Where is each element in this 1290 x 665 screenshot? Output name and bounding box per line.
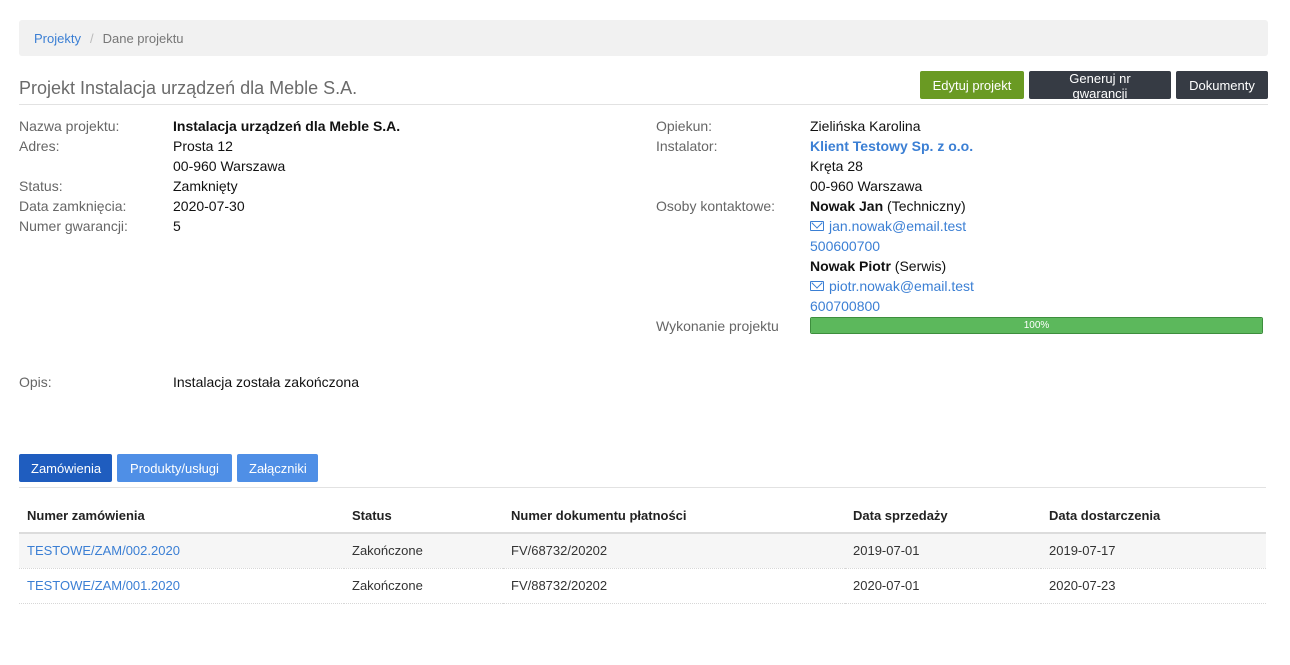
order-delivery-date: 2020-07-23 [1041,568,1266,604]
name-value: Instalacja urządzeń dla Meble S.A. [173,118,401,134]
detail-row-warranty: Numer gwarancji: 5 [19,216,639,236]
order-payment-doc: FV/68732/20202 [503,533,845,569]
status-value: Zamknięty [173,178,238,194]
breadcrumb-projects-link[interactable]: Projekty [34,31,81,46]
contact-email-row: piotr.nowak@email.test [810,276,974,296]
order-payment-doc: FV/88732/20202 [503,568,845,604]
name-label: Nazwa projektu: [19,118,120,134]
tabs: Zamówienia Produkty/usługi Załączniki [19,454,1266,488]
order-number-link[interactable]: TESTOWE/ZAM/001.2020 [27,578,180,593]
description-row: Opis: Instalacja została zakończona [19,372,359,392]
detail-row-contacts: Osoby kontaktowe: Nowak Jan (Techniczny) [656,196,1268,216]
project-details-right: Opiekun: Zielińska Karolina Instalator: … [656,116,1268,336]
contact-phone-link[interactable]: 600700800 [810,296,880,316]
detail-row-closed: Data zamknięcia: 2020-07-30 [19,196,639,216]
envelope-icon [810,221,824,231]
title-row: Projekt Instalacja urządzeń dla Meble S.… [19,70,1268,105]
envelope-icon [810,281,824,291]
order-sale-date: 2020-07-01 [845,568,1041,604]
tab-orders[interactable]: Zamówienia [19,454,112,482]
installer-link[interactable]: Klient Testowy Sp. z o.o. [810,136,973,156]
tab-attachments[interactable]: Załączniki [237,454,318,482]
tab-products-services[interactable]: Produkty/usługi [117,454,232,482]
contact-name: Nowak Piotr (Serwis) [810,258,947,274]
page-title: Projekt Instalacja urządzeń dla Meble S.… [19,78,358,98]
detail-row-name: Nazwa projektu: Instalacja urządzeń dla … [19,116,639,136]
order-status: Zakończone [344,533,503,569]
action-buttons: Edytuj projekt Generuj nr gwarancji Doku… [920,71,1268,101]
closed-date-value: 2020-07-30 [173,198,245,214]
installer-address-line2: 00-960 Warszawa [810,178,923,194]
breadcrumb: Projekty / Dane projektu [19,20,1268,56]
status-label: Status: [19,178,63,194]
column-header-payment-doc[interactable]: Numer dokumentu płatności [503,498,845,534]
detail-row-progress: Wykonanie projektu 100% [656,316,1268,336]
detail-row-address: Adres: Prosta 12 [19,136,639,156]
guardian-value: Zielińska Karolina [810,118,921,134]
column-header-status[interactable]: Status [344,498,503,534]
column-header-sale-date[interactable]: Data sprzedaży [845,498,1041,534]
orders-table: Numer zamówienia Status Numer dokumentu … [19,498,1266,604]
edit-project-button[interactable]: Edytuj projekt [920,71,1024,99]
generate-warranty-button[interactable]: Generuj nr gwarancji [1029,71,1171,101]
closed-date-label: Data zamknięcia: [19,198,127,214]
order-status: Zakończone [344,568,503,604]
table-row: TESTOWE/ZAM/001.2020 Zakończone FV/88732… [19,568,1266,604]
contact-email-link[interactable]: piotr.nowak@email.test [829,276,974,296]
table-row: TESTOWE/ZAM/002.2020 Zakończone FV/68732… [19,533,1266,569]
breadcrumb-current: Dane projektu [102,30,184,46]
progress-bar: 100% [810,317,1263,334]
warranty-number-value: 5 [173,218,181,234]
detail-row-status: Status: Zamknięty [19,176,639,196]
contacts-label: Osoby kontaktowe: [656,198,776,214]
order-delivery-date: 2019-07-17 [1041,533,1266,569]
documents-button[interactable]: Dokumenty [1176,71,1268,99]
contact-email-link[interactable]: jan.nowak@email.test [829,216,966,236]
contact-name: Nowak Jan (Techniczny) [810,198,966,214]
address-line2: 00-960 Warszawa [173,158,286,174]
installer-label: Instalator: [656,138,718,154]
detail-row-guardian: Opiekun: Zielińska Karolina [656,116,1268,136]
contact-email-row: jan.nowak@email.test [810,216,966,236]
order-number-link[interactable]: TESTOWE/ZAM/002.2020 [27,543,180,558]
description-label: Opis: [19,374,52,390]
detail-row-installer: Instalator: Klient Testowy Sp. z o.o. [656,136,1268,156]
contact-phone-link[interactable]: 500600700 [810,236,880,256]
guardian-label: Opiekun: [656,118,713,134]
detail-row-address2: 00-960 Warszawa [19,156,639,176]
progress-label: Wykonanie projektu [656,318,779,334]
table-header-row: Numer zamówienia Status Numer dokumentu … [19,498,1266,534]
project-details-left: Nazwa projektu: Instalacja urządzeń dla … [19,116,639,236]
installer-address-line1: Kręta 28 [810,158,863,174]
warranty-number-label: Numer gwarancji: [19,218,128,234]
column-header-delivery-date[interactable]: Data dostarczenia [1041,498,1266,534]
description-value: Instalacja została zakończona [173,374,359,390]
address-label: Adres: [19,138,60,154]
column-header-order-number[interactable]: Numer zamówienia [19,498,344,534]
address-line1: Prosta 12 [173,138,233,154]
progress-text: 100% [1023,320,1050,331]
order-sale-date: 2019-07-01 [845,533,1041,569]
breadcrumb-separator: / [89,30,94,46]
